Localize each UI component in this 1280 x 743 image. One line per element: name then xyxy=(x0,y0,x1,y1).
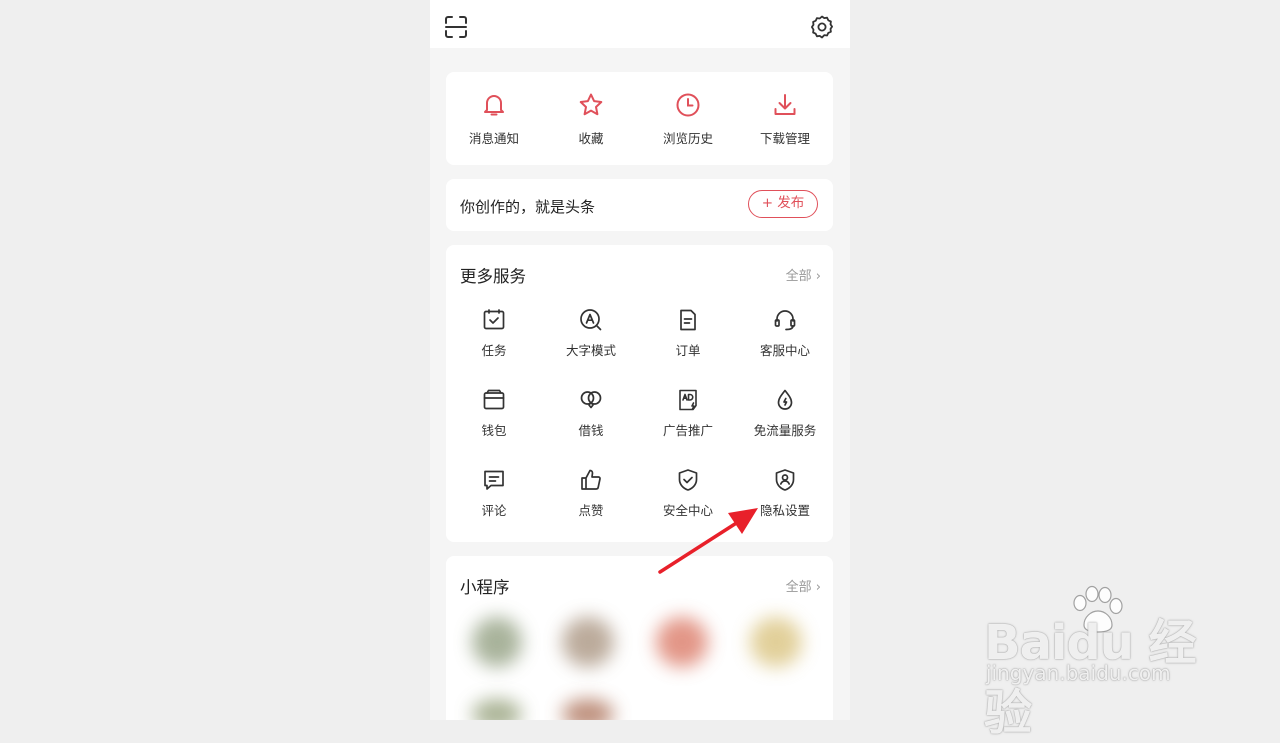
service-task-label: 任务 xyxy=(481,343,507,358)
mini-programs-title: 小程序 xyxy=(460,578,510,597)
service-ad-promotion-label: 广告推广 xyxy=(662,423,713,438)
service-wallet[interactable]: 钱包 xyxy=(446,380,542,450)
watermark-url: jingyan.baidu.com xyxy=(986,661,1171,685)
services-title: 更多服务 xyxy=(460,267,526,286)
mini-program-tile[interactable] xyxy=(562,617,614,667)
publish-slogan: 你创作的，就是头条 xyxy=(460,198,596,216)
mini-program-tile[interactable] xyxy=(656,617,708,667)
shield-check-icon xyxy=(678,469,698,491)
baidu-jingyan-watermark: Baidu 经验 jingyan.baidu.com xyxy=(984,585,1224,741)
history-label: 浏览历史 xyxy=(662,131,713,146)
mini-programs-all-link[interactable]: 全部 › xyxy=(786,576,821,595)
service-order-label: 订单 xyxy=(675,343,701,358)
service-ad-promotion[interactable]: 广告推广 xyxy=(640,380,736,450)
privacy-icon xyxy=(775,469,795,491)
mini-program-tile[interactable] xyxy=(750,617,802,667)
loan-icon xyxy=(580,391,602,409)
mini-programs-card: 小程序 全部 › xyxy=(446,556,833,720)
publish-card: 你创作的，就是头条 + 发布 xyxy=(446,179,833,231)
download-icon xyxy=(774,94,796,115)
downloads-label: 下载管理 xyxy=(759,131,810,146)
service-security-center-label: 安全中心 xyxy=(662,503,713,518)
wallet-icon xyxy=(483,389,505,410)
headset-icon xyxy=(774,310,796,331)
service-customer-center-label: 客服中心 xyxy=(759,343,810,358)
service-loan[interactable]: 借钱 xyxy=(543,380,639,450)
phone-screen: 消息通知 收藏 浏览历史 下载管理 你创作的，就是头条 + 发布 更多服务 全部… xyxy=(430,0,850,720)
notifications-button[interactable]: 消息通知 xyxy=(446,72,542,165)
service-loan-label: 借钱 xyxy=(578,423,604,438)
large-font-icon xyxy=(580,309,602,331)
service-customer-center[interactable]: 客服中心 xyxy=(737,300,833,370)
service-wallet-label: 钱包 xyxy=(481,423,507,438)
service-data-free[interactable]: 免流量服务 xyxy=(737,380,833,450)
comment-icon xyxy=(484,470,504,490)
data-free-icon xyxy=(777,389,793,410)
bell-icon xyxy=(484,95,504,116)
mini-program-tile[interactable] xyxy=(472,617,522,667)
scan-icon[interactable] xyxy=(443,14,469,40)
favorites-label: 收藏 xyxy=(578,131,604,146)
favorites-button[interactable]: 收藏 xyxy=(543,72,639,165)
more-services-card: 更多服务 全部 › 任务 大字模式 订单 客服中心 钱包 借钱 广告推广 免流量… xyxy=(446,245,833,542)
history-button[interactable]: 浏览历史 xyxy=(640,72,736,165)
ad-icon xyxy=(679,389,697,411)
service-security-center[interactable]: 安全中心 xyxy=(640,460,736,530)
service-privacy-settings[interactable]: 隐私设置 xyxy=(737,460,833,530)
service-data-free-label: 免流量服务 xyxy=(753,423,817,438)
service-task[interactable]: 任务 xyxy=(446,300,542,370)
notifications-label: 消息通知 xyxy=(468,131,519,146)
downloads-button[interactable]: 下载管理 xyxy=(737,72,833,165)
service-like-label: 点赞 xyxy=(578,503,604,518)
clock-icon xyxy=(676,93,700,117)
thumbs-up-icon xyxy=(581,469,601,490)
service-large-font-label: 大字模式 xyxy=(565,343,616,358)
star-icon xyxy=(579,93,603,116)
task-calendar-icon xyxy=(483,309,505,330)
service-privacy-settings-label: 隐私设置 xyxy=(759,503,810,518)
mini-programs-grid-blurred xyxy=(450,607,818,720)
top-bar xyxy=(430,0,850,48)
order-icon xyxy=(680,309,696,331)
gear-icon[interactable] xyxy=(809,14,835,40)
service-comment[interactable]: 评论 xyxy=(446,460,542,530)
mini-program-tile[interactable] xyxy=(472,699,522,720)
mini-program-tile[interactable] xyxy=(562,699,614,720)
service-comment-label: 评论 xyxy=(481,503,507,518)
services-all-link[interactable]: 全部 › xyxy=(786,265,821,284)
service-order[interactable]: 订单 xyxy=(640,300,736,370)
service-large-font[interactable]: 大字模式 xyxy=(543,300,639,370)
quick-actions-card: 消息通知 收藏 浏览历史 下载管理 xyxy=(446,72,833,165)
service-like[interactable]: 点赞 xyxy=(543,460,639,530)
publish-button[interactable]: + 发布 xyxy=(748,190,818,218)
